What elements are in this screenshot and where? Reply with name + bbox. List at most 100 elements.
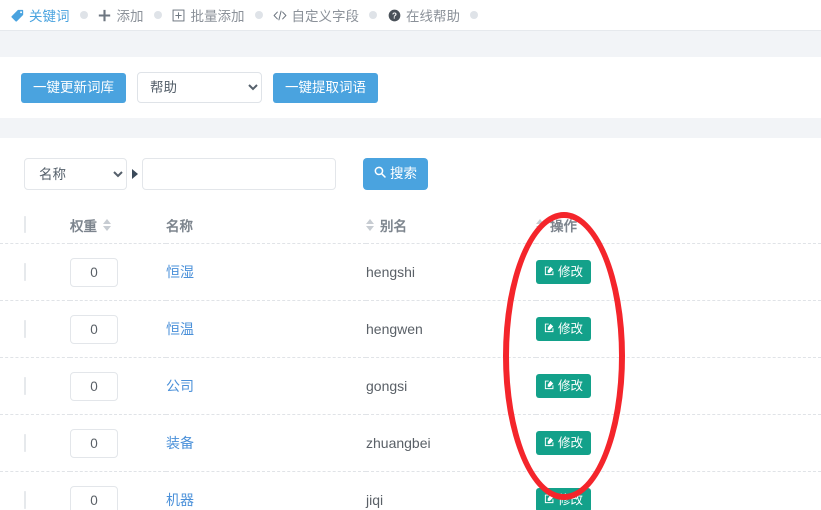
nav-separator-dot [369, 11, 377, 19]
search-field-select[interactable]: 名称 [24, 158, 127, 190]
grid-add-icon [172, 8, 186, 22]
keywords-table: 权重 名称 别名 操作 0 恒湿 hengshi 修改 0 恒温 hengwen… [0, 206, 821, 510]
row-checkbox[interactable] [24, 320, 26, 338]
main-content-card: 名称 搜索 权重 名称 别名 操作 0 恒湿 hengshi 修改 0 恒温 h… [0, 138, 821, 510]
header-action[interactable]: 操作 [536, 206, 821, 244]
question-circle-icon: ? [387, 8, 401, 22]
code-icon [273, 8, 287, 22]
help-select[interactable]: 帮助 [137, 72, 262, 103]
page-root: 关键词 添加 批量添加 自定义字段 ? 在线帮助 一键更新词库 帮助 一键提取词… [0, 0, 821, 510]
extract-words-button[interactable]: 一键提取词语 [273, 72, 378, 103]
row-action-cell: 修改 [536, 300, 821, 358]
nav-item-label: 添加 [116, 9, 144, 24]
header-alias-label: 别名 [380, 218, 407, 234]
sort-action-icon[interactable] [536, 218, 544, 231]
weight-input[interactable] [70, 428, 118, 458]
nav-item-keywords[interactable]: 关键词 [10, 5, 70, 25]
toolbar-card: 一键更新词库 帮助 一键提取词语 [0, 57, 821, 118]
weight-input[interactable] [70, 371, 118, 401]
nav-item-label: 自定义字段 [291, 9, 360, 24]
header-name-label: 名称 [166, 218, 193, 234]
row-alias-cell: zhuangbei [366, 414, 536, 472]
row-name-cell: 公司 [166, 357, 366, 415]
row-checkbox-cell [0, 300, 70, 358]
edit-icon [544, 317, 555, 341]
row-action-cell: 修改 [536, 243, 821, 301]
keyword-link[interactable]: 机器 [166, 492, 194, 508]
edit-icon [544, 374, 555, 398]
caret-right-icon [132, 169, 138, 179]
header-action-label: 操作 [550, 218, 577, 234]
edit-button[interactable]: 修改 [536, 488, 592, 510]
keyword-link[interactable]: 恒温 [166, 321, 194, 337]
edit-button-label: 修改 [558, 493, 584, 507]
section-gap-top [0, 31, 821, 57]
row-checkbox[interactable] [24, 491, 26, 509]
row-alias-cell: gongsi [366, 357, 536, 415]
search-input[interactable] [142, 158, 336, 190]
keyword-link[interactable]: 恒湿 [166, 264, 194, 280]
header-weight-label: 权重 [70, 218, 97, 234]
weight-input[interactable] [70, 485, 118, 510]
edit-button[interactable]: 修改 [536, 431, 592, 455]
search-button-wrapper: 搜索 [363, 158, 428, 190]
row-weight-cell [70, 300, 166, 358]
table-head: 权重 名称 别名 操作 [0, 206, 821, 244]
edit-button[interactable]: 修改 [536, 317, 592, 341]
edit-button-label: 修改 [558, 265, 584, 279]
row-alias-cell: hengwen [366, 300, 536, 358]
select-all-checkbox[interactable] [24, 216, 26, 233]
nav-item-online-help[interactable]: ? 在线帮助 [387, 5, 460, 25]
nav-item-label: 关键词 [29, 9, 70, 24]
plus-icon [98, 8, 112, 22]
row-weight-cell [70, 471, 166, 510]
table-row: 机器 jiqi 修改 [0, 471, 821, 510]
table-row: 公司 gongsi 修改 [0, 357, 821, 415]
row-checkbox[interactable] [24, 263, 26, 281]
edit-button[interactable]: 修改 [536, 260, 592, 284]
header-name[interactable]: 名称 [166, 206, 366, 244]
edit-icon [544, 431, 555, 455]
row-name-cell: 机器 [166, 471, 366, 510]
sort-alias-icon[interactable] [366, 218, 374, 231]
search-bar: 名称 搜索 [0, 138, 821, 206]
nav-item-label: 在线帮助 [406, 9, 460, 24]
nav-item-add[interactable]: 添加 [98, 5, 144, 25]
row-alias-cell: hengshi [366, 243, 536, 301]
edit-button-label: 修改 [558, 322, 584, 336]
row-checkbox[interactable] [24, 377, 26, 395]
nav-separator-dot [79, 11, 88, 19]
keyword-link[interactable]: 公司 [166, 378, 194, 394]
table-row: 恒湿 hengshi 修改 [0, 243, 821, 301]
weight-input[interactable] [70, 314, 118, 344]
nav-item-custom-field[interactable]: 自定义字段 [273, 5, 360, 25]
header-alias[interactable]: 别名 [366, 206, 536, 244]
row-name-cell: 装备 [166, 414, 366, 472]
header-select-all [0, 206, 70, 244]
row-weight-cell [70, 243, 166, 301]
update-lexicon-button[interactable]: 一键更新词库 [21, 72, 126, 103]
search-icon [374, 158, 386, 190]
row-weight-cell [70, 357, 166, 415]
keyword-link[interactable]: 装备 [166, 435, 194, 451]
search-button[interactable]: 搜索 [363, 158, 428, 190]
edit-button-label: 修改 [558, 379, 584, 393]
row-checkbox-cell [0, 243, 70, 301]
nav-separator-dot [470, 11, 478, 19]
row-name-cell: 恒温 [166, 300, 366, 358]
header-weight[interactable]: 权重 [70, 206, 166, 244]
sort-weight-icon[interactable] [103, 218, 111, 231]
row-checkbox-cell [0, 357, 70, 415]
row-checkbox-cell [0, 471, 70, 510]
row-checkbox[interactable] [24, 434, 26, 452]
row-action-cell: 修改 [536, 414, 821, 472]
row-action-cell: 修改 [536, 471, 821, 510]
section-gap-middle [0, 118, 821, 138]
nav-separator-dot [153, 11, 162, 19]
search-button-label: 搜索 [390, 166, 417, 181]
svg-text:?: ? [392, 11, 397, 20]
row-name-cell: 恒湿 [166, 243, 366, 301]
edit-button[interactable]: 修改 [536, 374, 592, 398]
weight-input[interactable] [70, 257, 118, 287]
nav-item-bulk-add[interactable]: 批量添加 [172, 5, 245, 25]
